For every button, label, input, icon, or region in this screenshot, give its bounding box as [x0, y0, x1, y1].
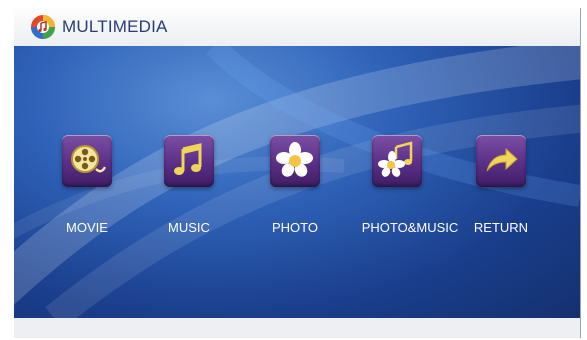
photo-music-button[interactable]	[372, 135, 422, 187]
flower-icon	[276, 142, 313, 177]
music-label: MUSIC	[168, 220, 210, 235]
menu-stage: MOVIE MUSIC PHOTO PHOTO&MUSIC RETURN	[14, 46, 580, 318]
return-arrow-icon	[486, 147, 518, 172]
title-bar: MULTIMEDIA	[14, 8, 580, 46]
photo-label: PHOTO	[272, 220, 318, 235]
footer-bar	[14, 318, 580, 338]
music-button[interactable]	[164, 135, 214, 187]
multimedia-app-icon	[31, 15, 55, 39]
movie-label: MOVIE	[66, 220, 108, 235]
return-button[interactable]	[476, 135, 526, 187]
photo-button[interactable]	[270, 135, 320, 187]
movie-button[interactable]	[62, 135, 112, 187]
window-title: MULTIMEDIA	[62, 17, 168, 36]
music-note-icon	[174, 143, 202, 175]
film-reel-icon	[71, 145, 106, 173]
flower-music-icon	[378, 141, 413, 177]
return-label: RETURN	[473, 220, 529, 235]
